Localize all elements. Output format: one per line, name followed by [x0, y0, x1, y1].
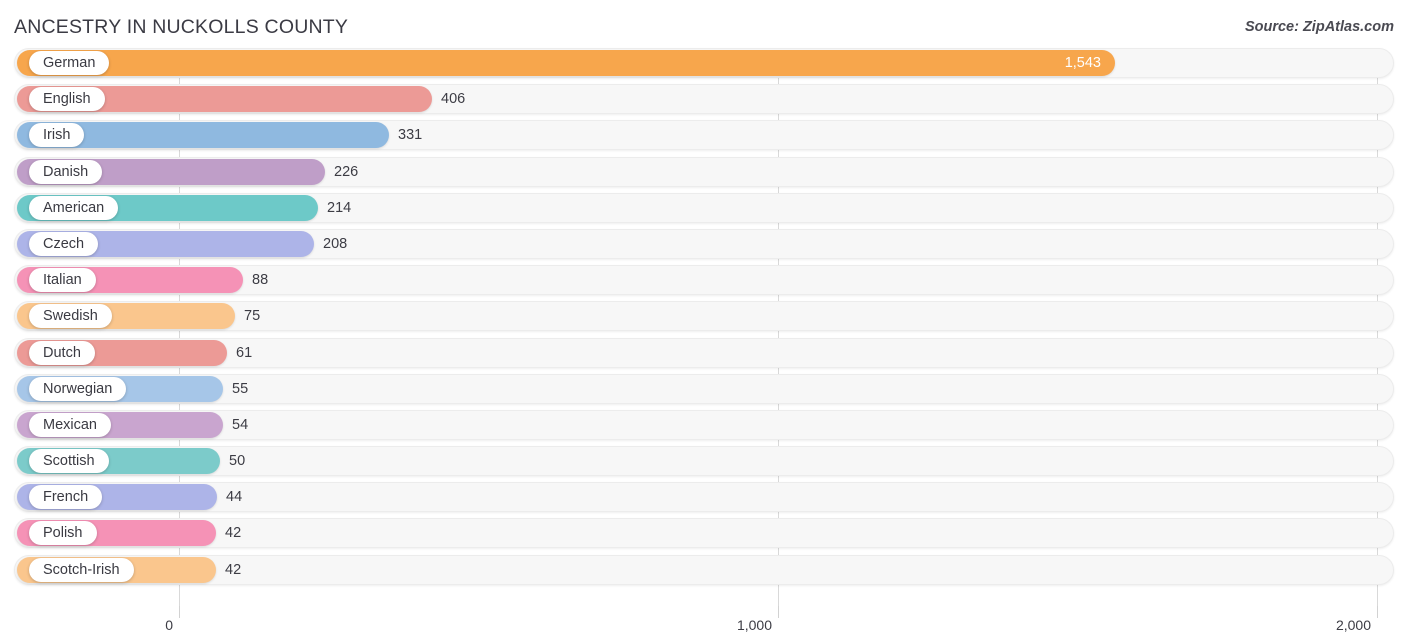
plot-area: 1,543 German 406 English 331 Irish 226 Danish 21… [0, 48, 1406, 606]
bar-value-label: 55 [232, 380, 249, 397]
bar-row[interactable]: 50 Scottish [0, 446, 1406, 477]
page-title: ANCESTRY IN NUCKOLLS COUNTY [14, 16, 349, 38]
bar-value-label: 226 [334, 163, 359, 180]
bar-row[interactable]: 406 English [0, 84, 1406, 115]
bar-category-label[interactable]: Scotch-Irish [29, 557, 134, 582]
bar-category-label[interactable]: Polish [29, 521, 97, 546]
bar-value-label: 331 [398, 127, 423, 144]
bar-category-label[interactable]: Czech [29, 231, 99, 256]
bar-category-label[interactable]: Norwegian [29, 376, 127, 401]
bar-row[interactable]: 1,543 German [0, 48, 1406, 78]
bar-row[interactable]: 331 Irish [0, 120, 1406, 151]
bar-row[interactable]: 55 Norwegian [0, 373, 1406, 404]
bar-track [14, 446, 1394, 477]
bar-value-label: 208 [323, 235, 348, 252]
bar-value-label: 54 [232, 416, 249, 433]
source-attribution: Source: ZipAtlas.com [1244, 19, 1394, 35]
bar-row[interactable]: 208 Czech [0, 228, 1406, 259]
bar-track [14, 482, 1394, 513]
bar-value-label: 50 [229, 453, 246, 470]
chart-root: ANCESTRY IN NUCKOLLS COUNTY Source: ZipA… [0, 0, 1406, 644]
bar-track [14, 518, 1394, 549]
bar-value-label: 214 [327, 199, 352, 216]
bar[interactable] [17, 50, 1115, 76]
bar-row[interactable]: 61 Dutch [0, 337, 1406, 368]
axis-tick-label: 1,000 [736, 617, 772, 633]
bar-row[interactable]: 226 Danish [0, 156, 1406, 187]
bar-row[interactable]: 44 French [0, 482, 1406, 513]
bar-category-label[interactable]: Dutch [29, 340, 95, 365]
bar-category-label[interactable]: Danish [29, 159, 103, 184]
bar-value-label: 88 [252, 272, 269, 289]
axis-tick [778, 606, 779, 618]
bar-row[interactable]: 54 Mexican [0, 409, 1406, 440]
bar-track [14, 554, 1394, 585]
x-axis: 0 1,000 2,000 [0, 606, 1406, 644]
bar-category-label[interactable]: German [29, 51, 110, 75]
axis-tick [1377, 606, 1378, 618]
bar-row[interactable]: 42 Polish [0, 518, 1406, 549]
bar-category-label[interactable]: English [29, 87, 105, 112]
bar-category-label[interactable]: Irish [29, 123, 85, 148]
bar-value-label: 42 [225, 561, 242, 578]
bar-row[interactable]: 88 Italian [0, 265, 1406, 296]
bar-row[interactable]: 75 Swedish [0, 301, 1406, 332]
bar-rows: 1,543 German 406 English 331 Irish 226 Danish 21… [0, 48, 1406, 591]
bar-category-label[interactable]: Mexican [29, 412, 111, 437]
bar-category-label[interactable]: French [29, 485, 103, 510]
bar-value-label: 42 [225, 525, 242, 542]
bar-category-label[interactable]: Swedish [29, 304, 112, 329]
bar-category-label[interactable]: Italian [29, 268, 96, 293]
axis-tick [179, 606, 180, 618]
bar-category-label[interactable]: American [29, 195, 119, 220]
bar-row[interactable]: 42 Scotch-Irish [0, 554, 1406, 585]
bar-value-label: 44 [226, 489, 243, 506]
bar-value-label: 61 [236, 344, 253, 361]
bar-value-label: 406 [441, 91, 466, 108]
bar-row[interactable]: 214 American [0, 192, 1406, 223]
bar-category-label[interactable]: Scottish [29, 449, 109, 474]
axis-tick-label: 2,000 [1335, 617, 1371, 633]
bar-value-label: 75 [244, 308, 261, 325]
bar-value-label: 1,543 [1064, 55, 1101, 71]
axis-tick-label: 0 [165, 617, 173, 633]
